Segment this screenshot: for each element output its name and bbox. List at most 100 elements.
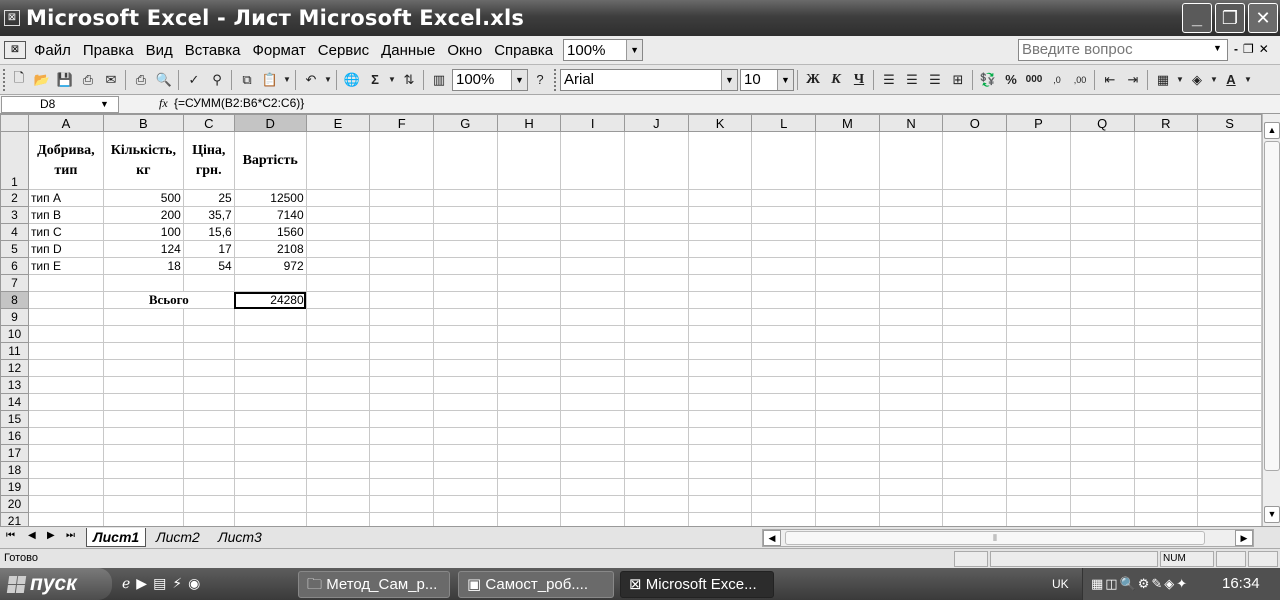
cell[interactable]	[878, 359, 944, 377]
cell[interactable]	[1006, 189, 1071, 207]
toolbar-grip[interactable]	[3, 68, 7, 91]
menu-zoom-select[interactable]: 100% ▼	[563, 39, 644, 61]
first-sheet-icon[interactable]: ⏮	[6, 530, 15, 541]
cell[interactable]	[624, 189, 689, 207]
cell[interactable]	[878, 223, 944, 241]
cell[interactable]	[624, 240, 689, 258]
increase-decimal-icon[interactable]: ,0	[1046, 69, 1068, 91]
chart-wizard-icon[interactable]: ▥	[428, 69, 450, 91]
restore-workbook-icon[interactable]: ❐	[1243, 42, 1254, 56]
cell[interactable]	[560, 393, 626, 411]
cell-quantity[interactable]: 200	[102, 206, 184, 224]
cell[interactable]	[942, 512, 1008, 526]
cell[interactable]	[1006, 512, 1071, 526]
cell[interactable]	[560, 223, 626, 241]
print-icon[interactable]: ⎙	[130, 69, 152, 91]
cell[interactable]	[624, 444, 689, 462]
cell[interactable]	[624, 325, 689, 343]
permission-icon[interactable]: ⎙	[77, 69, 99, 91]
currency-icon[interactable]: 💱	[977, 69, 999, 91]
cell[interactable]	[1197, 512, 1262, 526]
cell[interactable]	[27, 376, 104, 394]
cell[interactable]	[182, 325, 235, 343]
font-select[interactable]: Arial ▼	[560, 68, 738, 91]
cell[interactable]	[1133, 376, 1199, 394]
cell[interactable]	[1197, 308, 1262, 326]
cell[interactable]	[1006, 410, 1071, 428]
cell[interactable]	[815, 359, 880, 377]
cell[interactable]	[560, 461, 626, 479]
cell-quantity[interactable]: 100	[102, 223, 184, 241]
cell[interactable]	[687, 189, 753, 207]
cell[interactable]	[751, 274, 817, 292]
sheet-tab-3[interactable]: Лист3	[212, 528, 268, 547]
increase-indent-icon[interactable]: ⇥	[1122, 69, 1144, 91]
close-workbook-icon[interactable]: ✕	[1259, 42, 1269, 56]
cell-fertilizer-type[interactable]: тип B	[27, 206, 104, 224]
cell[interactable]	[687, 257, 753, 275]
cell[interactable]	[687, 274, 753, 292]
cell[interactable]	[1133, 478, 1199, 496]
cell[interactable]	[1006, 257, 1071, 275]
cell[interactable]	[233, 512, 307, 526]
cell[interactable]	[496, 131, 562, 190]
cell[interactable]	[560, 410, 626, 428]
cell[interactable]	[496, 376, 562, 394]
cell[interactable]	[687, 461, 753, 479]
cell-quantity[interactable]: 500	[102, 189, 184, 207]
cell[interactable]	[687, 325, 753, 343]
chevron-down-icon[interactable]: ▼	[1213, 43, 1222, 53]
scroll-up-icon[interactable]: ▲	[1264, 122, 1280, 139]
cell[interactable]	[369, 206, 434, 224]
cell[interactable]	[27, 478, 104, 496]
cell[interactable]	[27, 427, 104, 445]
cell[interactable]	[433, 240, 498, 258]
cell[interactable]	[815, 461, 880, 479]
cell[interactable]	[1069, 240, 1135, 258]
cell[interactable]	[687, 478, 753, 496]
cell[interactable]	[815, 410, 880, 428]
cell[interactable]	[27, 461, 104, 479]
cell[interactable]	[942, 240, 1008, 258]
cell[interactable]	[751, 495, 817, 513]
cell[interactable]	[182, 444, 235, 462]
cell[interactable]	[942, 444, 1008, 462]
chevron-down-icon[interactable]: ▼	[1243, 69, 1253, 91]
cell[interactable]	[1069, 223, 1135, 241]
cell[interactable]	[102, 427, 184, 445]
cell[interactable]	[815, 223, 880, 241]
cell[interactable]	[369, 444, 434, 462]
cell[interactable]	[560, 342, 626, 360]
cell[interactable]	[1069, 512, 1135, 526]
cell-price[interactable]: 15,6	[182, 223, 235, 241]
cell[interactable]	[233, 342, 307, 360]
cell[interactable]	[878, 461, 944, 479]
cell[interactable]	[878, 478, 944, 496]
cell[interactable]	[182, 478, 235, 496]
cell[interactable]	[1133, 444, 1199, 462]
restore-button[interactable]: ❐	[1215, 3, 1245, 33]
cell[interactable]	[815, 376, 880, 394]
cell[interactable]	[369, 342, 434, 360]
cell[interactable]	[27, 495, 104, 513]
cell[interactable]	[942, 393, 1008, 411]
row-header[interactable]: 13	[0, 376, 29, 394]
horizontal-scrollbar[interactable]: ◀ ⦀ ▶	[762, 529, 1254, 547]
column-header[interactable]: I	[560, 114, 626, 132]
cell[interactable]	[369, 240, 434, 258]
chevron-down-icon[interactable]: ▼	[1175, 69, 1185, 91]
cell[interactable]	[102, 478, 184, 496]
cell[interactable]	[433, 410, 498, 428]
research-icon[interactable]: ⚲	[206, 69, 228, 91]
cell[interactable]	[751, 427, 817, 445]
cell[interactable]	[433, 461, 498, 479]
cell[interactable]	[560, 291, 626, 309]
cell[interactable]	[1069, 342, 1135, 360]
cell[interactable]	[305, 325, 371, 343]
cell[interactable]	[305, 410, 371, 428]
cell[interactable]	[624, 308, 689, 326]
cell[interactable]	[182, 376, 235, 394]
cell[interactable]	[496, 427, 562, 445]
cell[interactable]	[878, 206, 944, 224]
sort-ascending-icon[interactable]: ⇅	[398, 69, 420, 91]
